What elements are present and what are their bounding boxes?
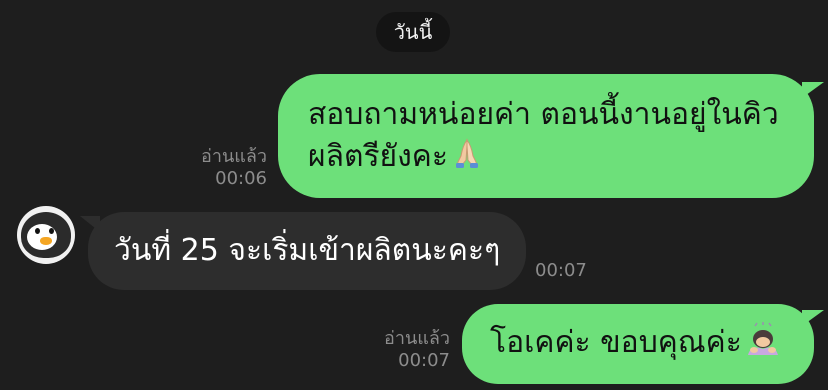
folded-hands-icon [450, 136, 484, 182]
read-receipt: อ่านแล้ว [384, 328, 450, 349]
message-text: ผลิตรียังคะ [308, 139, 448, 174]
incoming-message-bubble[interactable]: วันที่ 25 จะเริ่มเข้าผลิตนะคะๆ [80, 212, 526, 290]
contact-avatar[interactable] [17, 206, 75, 264]
person-bowing-icon [744, 322, 782, 368]
date-separator-label: วันนี้ [393, 20, 433, 44]
outgoing-message-bubble[interactable]: โอเคค่ะ ขอบคุณค่ะ [462, 304, 824, 384]
read-receipt: อ่านแล้ว [201, 146, 267, 167]
date-separator: วันนี้ [376, 12, 450, 52]
message-text-line: สอบถามหน่อยค่า ตอนนี้งานอยู่ในคิว [308, 97, 779, 132]
message-text-line-2: ผลิตรียังคะ [308, 136, 794, 182]
bubble-tail [802, 82, 824, 98]
message-meta: อ่านแล้ว 00:07 [384, 328, 450, 372]
outgoing-message-bubble[interactable]: สอบถามหน่อยค่า ตอนนี้งานอยู่ในคิว ผลิตรี… [278, 74, 824, 198]
message-meta: อ่านแล้ว 00:06 [201, 146, 267, 190]
message-time: 00:06 [215, 168, 267, 189]
bubble-tail [802, 310, 824, 326]
message-text: โอเคค่ะ ขอบคุณค่ะ [490, 325, 742, 360]
message-time: 00:07 [535, 260, 587, 281]
message-time: 00:07 [398, 350, 450, 371]
message-text: วันที่ 25 จะเริ่มเข้าผลิตนะคะๆ [114, 233, 501, 268]
bubble-tail [80, 216, 100, 232]
